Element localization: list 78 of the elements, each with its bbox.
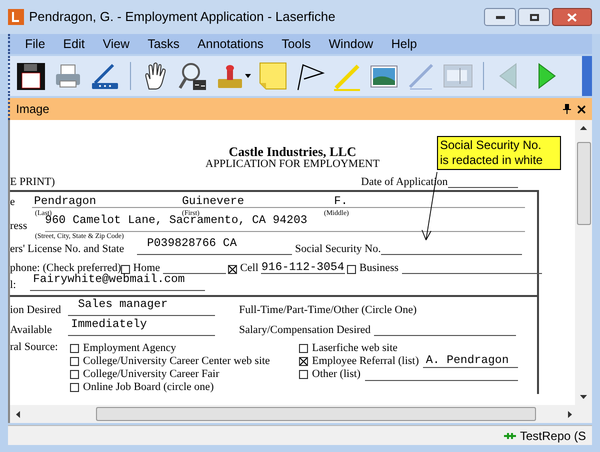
close-icon[interactable] — [577, 104, 586, 114]
form-label: ral Source: — [10, 342, 59, 355]
scroll-up-icon[interactable] — [580, 126, 587, 130]
filled-value: Pendragon — [34, 196, 98, 207]
magnifier-icon[interactable] — [178, 61, 208, 91]
form-label: College/University Career Fair — [83, 369, 220, 380]
menu-item[interactable]: File — [16, 34, 54, 54]
form-label: Online Job Board (circle one) — [83, 382, 214, 393]
checkbox[interactable] — [299, 344, 308, 353]
close-icon — [567, 12, 577, 22]
form-label: Employment Agency — [83, 343, 176, 354]
callout-text: Social Security No. — [440, 138, 542, 153]
filled-value: F. — [334, 196, 348, 207]
menu-item[interactable]: Tools — [272, 34, 320, 54]
form-label: Business — [359, 263, 399, 274]
pin-icon[interactable] — [563, 104, 571, 114]
form-label: ress — [10, 221, 28, 232]
filled-value: Immediately — [71, 318, 147, 331]
scroll-left-icon[interactable] — [16, 410, 20, 418]
menu-item[interactable]: Window — [320, 34, 382, 54]
horizontal-scrollbar[interactable] — [8, 405, 592, 423]
form-label: E PRINT) — [10, 177, 56, 188]
filled-value: P039828766 CA — [147, 237, 237, 250]
form-label: Available — [10, 325, 53, 336]
cross-mark-icon — [229, 266, 236, 273]
cross-mark-icon — [300, 358, 307, 365]
checkbox[interactable] — [70, 357, 79, 366]
filled-value: Guinevere — [182, 196, 246, 207]
filled-value: Sales manager — [78, 298, 168, 311]
caret-icon — [245, 74, 251, 78]
panel-title: Image — [16, 101, 50, 118]
close-button[interactable] — [552, 8, 592, 26]
menu-item[interactable]: View — [94, 34, 139, 54]
window-title: Pendragon, G. - Employment Application - Laserfiche — [29, 8, 336, 26]
filled-value: 960 Camelot Lane, Sacramento, CA 94203 — [45, 214, 308, 227]
form-label: l: — [10, 280, 18, 291]
menu-item[interactable]: Edit — [54, 34, 94, 54]
form-label: Laserfiche web site — [312, 343, 398, 354]
form-label: Employee Referral (list) — [312, 356, 419, 367]
restore-button[interactable] — [518, 8, 550, 26]
filled-value: 916-112-3054 — [261, 262, 344, 273]
checkbox[interactable] — [121, 265, 130, 274]
form-label: Home — [133, 263, 160, 274]
menu-item[interactable]: Annotations — [188, 34, 273, 54]
company-name: Castle Industries, LLC — [228, 145, 356, 158]
vertical-scrollbar[interactable] — [575, 120, 592, 405]
repository-name: TestRepo (S — [520, 428, 586, 444]
form-label: Cell — [240, 263, 258, 274]
filled-value: Fairywhite@webmail.com — [33, 273, 185, 286]
scroll-right-icon[interactable] — [568, 410, 572, 418]
checkbox[interactable] — [299, 357, 308, 366]
checkbox[interactable] — [347, 265, 356, 274]
checkbox[interactable] — [70, 383, 79, 392]
scanner-icon[interactable] — [90, 61, 120, 91]
scroll-down-icon[interactable] — [580, 395, 587, 399]
form-label: phone: (Check preferred) — [10, 263, 122, 274]
form-label: Full-Time/Part-Time/Other (Circle One) — [239, 305, 417, 316]
form-label: ion Desired — [10, 305, 62, 316]
menu-item[interactable]: Help — [382, 34, 426, 54]
form-label: Social Security No. — [295, 244, 381, 255]
menu-item[interactable]: Tasks — [138, 34, 189, 54]
checkbox[interactable] — [70, 370, 79, 379]
checkbox[interactable] — [299, 370, 308, 379]
callout-text: is redacted in white — [440, 153, 544, 168]
form-label: e — [10, 197, 16, 208]
scroll-thumb[interactable] — [576, 142, 590, 225]
checkbox[interactable] — [228, 265, 238, 274]
minimize-button[interactable] — [484, 8, 516, 26]
form-label: Other (list) — [312, 369, 361, 380]
form-label: Salary/Compensation Desired — [239, 325, 371, 336]
app-logo-icon — [8, 9, 24, 25]
form-label: College/University Career Center web site — [83, 356, 270, 367]
form-subtitle: APPLICATION FOR EMPLOYMENT — [205, 159, 380, 170]
form-label: ers' License No. and State — [10, 244, 126, 255]
scroll-thumb[interactable] — [96, 407, 536, 421]
connection-plug-icon — [504, 432, 516, 440]
filled-value: A. Pendragon — [426, 355, 509, 366]
checkbox[interactable] — [70, 344, 79, 353]
